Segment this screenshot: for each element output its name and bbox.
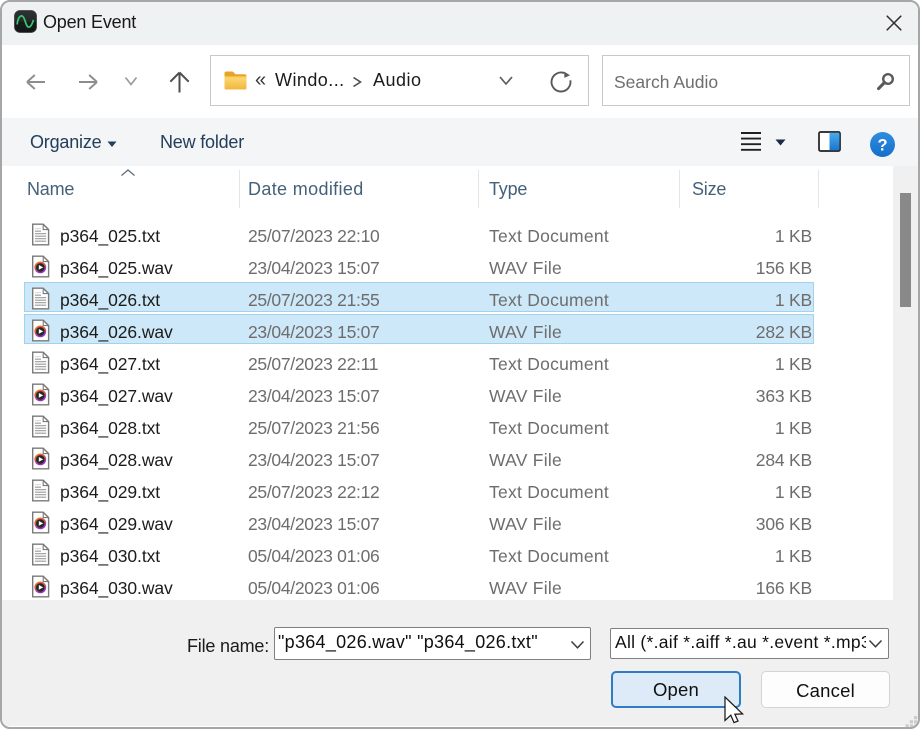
svg-text:?: ?: [877, 137, 887, 155]
